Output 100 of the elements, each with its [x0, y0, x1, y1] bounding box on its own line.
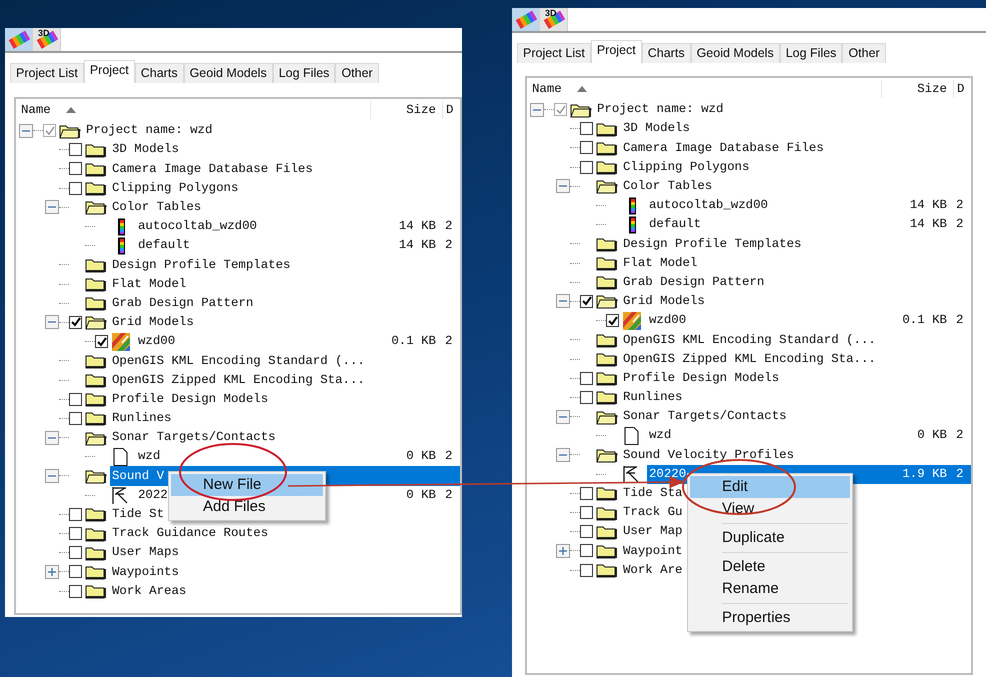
- tree-item[interactable]: 20220: [649, 464, 686, 484]
- tree-item[interactable]: Profile Design Models: [623, 368, 780, 388]
- tab[interactable]: Project List: [517, 43, 591, 63]
- tree-item[interactable]: Work Are: [623, 560, 682, 580]
- checkbox[interactable]: [580, 390, 593, 404]
- column-header[interactable]: Size: [370, 100, 442, 120]
- tree-item[interactable]: Grab Design Pattern: [623, 272, 764, 292]
- tree-item[interactable]: Grid Models: [623, 292, 705, 311]
- menu-item[interactable]: Duplicate: [690, 526, 850, 549]
- checkbox[interactable]: [69, 143, 82, 156]
- collapse-toggle[interactable]: [45, 430, 59, 445]
- checkbox[interactable]: [580, 525, 593, 538]
- column-header[interactable]: Name: [532, 80, 562, 98]
- tree-item[interactable]: OpenGIS KML Encoding Standard (...: [112, 352, 365, 370]
- checkbox[interactable]: [69, 392, 82, 406]
- tree-item[interactable]: Camera Image Database Files: [623, 138, 824, 158]
- tab[interactable]: Log Files: [272, 63, 336, 83]
- tree-item[interactable]: autocoltab_wzd00: [649, 196, 768, 215]
- checkbox[interactable]: [580, 141, 593, 154]
- tab[interactable]: Other: [842, 43, 886, 63]
- tree-item[interactable]: Design Profile Templates: [623, 234, 802, 254]
- tree-item[interactable]: Grab Design Pattern: [112, 294, 254, 313]
- collapse-toggle[interactable]: [556, 448, 570, 462]
- checkbox[interactable]: [69, 565, 82, 578]
- checkbox[interactable]: [580, 294, 593, 308]
- checkbox[interactable]: [69, 508, 82, 521]
- checkbox[interactable]: [580, 122, 593, 136]
- checkbox[interactable]: [580, 506, 593, 520]
- tree-item[interactable]: Runlines: [623, 388, 682, 407]
- menu-item[interactable]: New File: [171, 474, 323, 496]
- menu-item[interactable]: View: [690, 498, 850, 520]
- column-header[interactable]: Size: [881, 80, 953, 98]
- checkbox[interactable]: [69, 162, 82, 176]
- checkbox[interactable]: [69, 546, 82, 560]
- tree-item[interactable]: wzd00: [649, 311, 686, 330]
- collapse-toggle[interactable]: [45, 468, 59, 483]
- tree-item[interactable]: Track Guidance Routes: [112, 524, 268, 543]
- tree-item[interactable]: default: [138, 236, 190, 256]
- tree-item[interactable]: Waypoint: [623, 542, 682, 560]
- tab[interactable]: Geoid Models: [184, 63, 273, 83]
- collapse-toggle[interactable]: [556, 179, 570, 194]
- toolbar-button[interactable]: [5, 28, 33, 51]
- checkbox[interactable]: [69, 182, 82, 195]
- tree-item[interactable]: Project name: wzd: [597, 100, 724, 119]
- tab[interactable]: Charts: [134, 63, 184, 83]
- tab[interactable]: Project: [590, 40, 642, 63]
- column-header[interactable]: Name: [21, 100, 51, 120]
- collapse-toggle[interactable]: [556, 410, 570, 424]
- tree-item[interactable]: OpenGIS KML Encoding Standard (...: [623, 330, 876, 350]
- tree-item[interactable]: OpenGIS Zipped KML Encoding Sta...: [112, 370, 365, 390]
- menu-item[interactable]: Properties: [690, 606, 850, 629]
- checkbox[interactable]: [69, 316, 82, 329]
- menu-item[interactable]: Add Files: [171, 496, 323, 518]
- tree-item[interactable]: User Maps: [112, 543, 179, 562]
- expand-toggle[interactable]: [45, 564, 59, 579]
- checkbox[interactable]: [580, 372, 593, 385]
- collapse-toggle[interactable]: [556, 294, 570, 308]
- checkbox[interactable]: [580, 544, 593, 558]
- checkbox[interactable]: [69, 412, 82, 425]
- tree-item[interactable]: Profile Design Models: [112, 390, 268, 409]
- tab[interactable]: Log Files: [780, 43, 842, 63]
- tree-item[interactable]: Clipping Polygons: [112, 178, 238, 198]
- tree-item[interactable]: Design Profile Templates: [112, 256, 290, 274]
- checkbox[interactable]: [43, 124, 56, 138]
- tree-item[interactable]: wzd: [649, 426, 672, 446]
- tree-item[interactable]: Sound Velocity Profiles: [623, 446, 794, 464]
- tree-item[interactable]: Track Gu: [623, 503, 682, 522]
- tree-item[interactable]: 2022: [138, 486, 168, 504]
- checkbox[interactable]: [95, 335, 108, 348]
- tree-item[interactable]: Camera Image Database Files: [112, 160, 313, 178]
- tree-item[interactable]: Work Areas: [112, 582, 186, 600]
- checkbox[interactable]: [69, 527, 82, 540]
- collapse-toggle[interactable]: [19, 124, 33, 138]
- tree-item[interactable]: Runlines: [112, 409, 172, 428]
- tab[interactable]: Charts: [642, 43, 691, 63]
- menu-item[interactable]: Edit: [690, 476, 850, 498]
- column-header[interactable]: D: [953, 80, 971, 98]
- menu-item[interactable]: Delete: [690, 556, 850, 578]
- tree-item[interactable]: Grid Models: [112, 313, 194, 332]
- checkbox[interactable]: [554, 103, 567, 116]
- toolbar-button[interactable]: [512, 8, 540, 31]
- expand-toggle[interactable]: [556, 544, 570, 558]
- tab[interactable]: Geoid Models: [690, 43, 780, 63]
- tree-item[interactable]: Tide St: [112, 505, 164, 524]
- tree-item[interactable]: Flat Model: [623, 254, 698, 272]
- tab[interactable]: Project: [84, 60, 135, 83]
- tree-item[interactable]: Sonar Targets/Contacts: [623, 407, 787, 426]
- column-header[interactable]: D: [442, 100, 460, 120]
- tree-item[interactable]: wzd: [138, 447, 160, 466]
- tab[interactable]: Other: [335, 63, 379, 83]
- checkbox[interactable]: [580, 160, 593, 174]
- collapse-toggle[interactable]: [45, 200, 59, 214]
- tab[interactable]: Project List: [10, 63, 84, 83]
- checkbox[interactable]: [69, 584, 82, 598]
- tree-item[interactable]: Flat Model: [112, 274, 186, 294]
- tree-item[interactable]: default: [649, 215, 702, 234]
- collapse-toggle[interactable]: [45, 315, 59, 330]
- tree-item[interactable]: Project name: wzd: [86, 121, 212, 140]
- tree-item[interactable]: Waypoints: [112, 562, 179, 582]
- checkbox[interactable]: [580, 486, 593, 500]
